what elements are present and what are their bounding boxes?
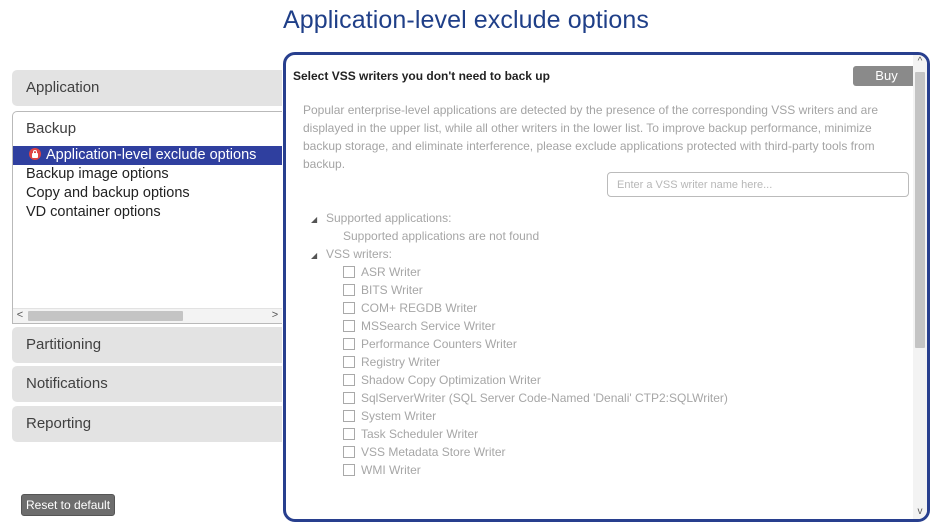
vss-writers-panel: Select VSS writers you don't need to bac…: [283, 52, 930, 522]
writer-label: System Writer: [361, 409, 437, 423]
vss-writer-search-input[interactable]: [607, 172, 909, 197]
horizontal-scrollbar[interactable]: < >: [13, 308, 282, 323]
writer-label: MSSearch Service Writer: [361, 319, 496, 333]
writer-checkbox[interactable]: [343, 410, 355, 422]
page-title: Application-level exclude options: [283, 6, 650, 34]
writer-checkbox[interactable]: [343, 464, 355, 476]
scroll-right-arrow[interactable]: >: [268, 309, 282, 323]
writer-item[interactable]: ASR Writer: [311, 263, 728, 281]
writer-item[interactable]: VSS Metadata Store Writer: [311, 443, 728, 461]
backup-options-list: Application-level exclude options Backup…: [12, 146, 282, 324]
vertical-scroll-thumb[interactable]: [915, 72, 925, 348]
vss-writers-label: VSS writers:: [326, 247, 393, 261]
writer-checkbox[interactable]: [343, 428, 355, 440]
writer-item[interactable]: MSSearch Service Writer: [311, 317, 728, 335]
writer-item[interactable]: Shadow Copy Optimization Writer: [311, 371, 728, 389]
expand-triangle-icon[interactable]: ◢: [311, 211, 321, 229]
writer-item[interactable]: Registry Writer: [311, 353, 728, 371]
writer-item[interactable]: Task Scheduler Writer: [311, 425, 728, 443]
lock-icon: [29, 148, 41, 160]
buy-button[interactable]: Buy: [853, 66, 920, 86]
writer-checkbox[interactable]: [343, 320, 355, 332]
writer-label: WMI Writer: [361, 463, 421, 477]
writer-item[interactable]: COM+ REGDB Writer: [311, 299, 728, 317]
reset-to-default-button[interactable]: Reset to default: [21, 494, 116, 516]
supported-applications-node: ◢ Supported applications:: [311, 209, 728, 227]
nav-item-backup-image-options[interactable]: Backup image options: [13, 165, 282, 184]
nav-item-copy-and-backup-options[interactable]: Copy and backup options: [13, 184, 282, 203]
writer-checkbox[interactable]: [343, 284, 355, 296]
writer-item[interactable]: SqlServerWriter (SQL Server Code-Named '…: [311, 389, 728, 407]
category-notifications[interactable]: Notifications: [12, 366, 282, 402]
expand-triangle-icon[interactable]: ◢: [311, 247, 321, 265]
writer-label: VSS Metadata Store Writer: [361, 445, 506, 459]
panel-description: Popular enterprise-level applications ar…: [303, 103, 878, 171]
writer-item[interactable]: BITS Writer: [311, 281, 728, 299]
nav-item-application-level-exclude[interactable]: Application-level exclude options: [13, 146, 282, 165]
writer-item[interactable]: System Writer: [311, 407, 728, 425]
supported-empty-message: Supported applications are not found: [343, 229, 540, 243]
supported-applications-label: Supported applications:: [326, 211, 452, 225]
horizontal-scroll-thumb[interactable]: [28, 311, 183, 321]
writer-checkbox[interactable]: [343, 302, 355, 314]
nav-item-label: Application-level exclude options: [46, 147, 257, 163]
category-backup[interactable]: Backup: [12, 111, 282, 147]
nav-item-vd-container-options[interactable]: VD container options: [13, 203, 282, 222]
writer-item[interactable]: Performance Counters Writer: [311, 335, 728, 353]
writer-label: Shadow Copy Optimization Writer: [361, 373, 541, 387]
writer-checkbox[interactable]: [343, 392, 355, 404]
writer-item[interactable]: WMI Writer: [311, 461, 728, 479]
vertical-scrollbar[interactable]: ^ v: [913, 55, 927, 519]
writer-label: Registry Writer: [361, 355, 441, 369]
writers-tree: ◢ Supported applications: Supported appli…: [311, 209, 728, 479]
writer-checkbox[interactable]: [343, 446, 355, 458]
writer-label: ASR Writer: [361, 265, 421, 279]
vss-writers-node: ◢ VSS writers:: [311, 245, 728, 263]
scroll-left-arrow[interactable]: <: [13, 309, 27, 323]
category-application[interactable]: Application: [12, 70, 282, 106]
writer-label: Performance Counters Writer: [361, 337, 517, 351]
writer-label: COM+ REGDB Writer: [361, 301, 478, 315]
writer-label: BITS Writer: [361, 283, 423, 297]
scroll-down-arrow[interactable]: v: [913, 505, 927, 519]
scroll-up-arrow[interactable]: ^: [913, 55, 927, 69]
category-partitioning[interactable]: Partitioning: [12, 327, 282, 363]
writer-checkbox[interactable]: [343, 338, 355, 350]
writer-checkbox[interactable]: [343, 356, 355, 368]
panel-heading: Select VSS writers you don't need to bac…: [293, 69, 550, 83]
writer-label: SqlServerWriter (SQL Server Code-Named '…: [361, 391, 728, 405]
writer-checkbox[interactable]: [343, 374, 355, 386]
category-reporting[interactable]: Reporting: [12, 406, 282, 442]
writer-label: Task Scheduler Writer: [361, 427, 479, 441]
writer-checkbox[interactable]: [343, 266, 355, 278]
